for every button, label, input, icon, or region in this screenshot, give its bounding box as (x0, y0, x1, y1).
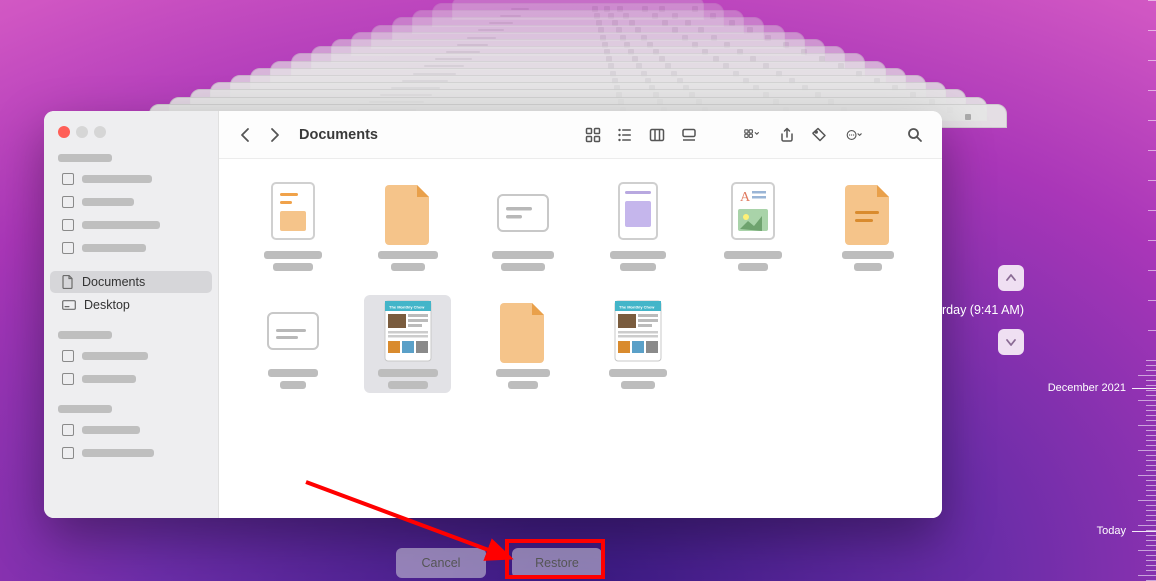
view-mode-group (578, 122, 704, 148)
sidebar: Documents Desktop (44, 111, 219, 518)
file-caption (268, 369, 318, 389)
sidebar-section-label (58, 154, 112, 162)
search-button[interactable] (902, 122, 928, 148)
sidebar-item-label: Documents (82, 275, 145, 289)
sidebar-section-label (58, 331, 112, 339)
sidebar-item[interactable] (50, 237, 212, 259)
forward-button[interactable] (261, 122, 287, 148)
toolbar-actions (734, 122, 872, 148)
timeline-current-label: Yesterday (9:41 AM) (911, 299, 1024, 321)
sidebar-item-icon (62, 373, 74, 385)
group-by-button[interactable] (734, 122, 770, 148)
sidebar-item-icon (62, 424, 74, 436)
file-caption (842, 251, 894, 271)
sidebar-item-icon (62, 196, 74, 208)
sidebar-item-label (82, 352, 148, 360)
minimize-window-button[interactable] (76, 126, 88, 138)
sidebar-item-documents[interactable]: Documents (50, 271, 212, 293)
svg-text:A: A (740, 190, 751, 205)
sidebar-item-desktop[interactable]: Desktop (50, 294, 212, 316)
file-caption (492, 251, 554, 271)
sidebar-item-label (82, 175, 152, 183)
sidebar-item-label (82, 426, 140, 434)
file-item[interactable] (249, 295, 336, 393)
file-caption (378, 251, 438, 271)
file-thumbnail: A (721, 181, 785, 245)
file-item[interactable] (364, 177, 451, 275)
gallery-view-button[interactable] (674, 122, 704, 148)
timeline-ruler[interactable] (1128, 0, 1156, 581)
file-thumbnail (606, 181, 670, 245)
file-caption (264, 251, 322, 271)
file-thumbnail: The Monthly Chew (376, 299, 440, 363)
file-thumbnail (836, 181, 900, 245)
file-item[interactable] (249, 177, 336, 275)
file-item[interactable]: The Monthly Chew (594, 295, 681, 393)
sidebar-item-label (82, 375, 136, 383)
file-thumbnail (261, 299, 325, 363)
sidebar-item-icon (62, 173, 74, 185)
icon-view-button[interactable] (578, 122, 608, 148)
share-button[interactable] (772, 122, 802, 148)
list-view-button[interactable] (610, 122, 640, 148)
timeline-label-today: Today (1097, 525, 1126, 537)
close-window-button[interactable] (58, 126, 70, 138)
sidebar-item-icon (62, 219, 74, 231)
sidebar-item[interactable] (50, 214, 212, 236)
main-pane: Documents (219, 111, 942, 518)
timeline-newer-button[interactable] (998, 329, 1024, 355)
sidebar-item-label (82, 244, 146, 252)
file-item[interactable] (825, 177, 912, 275)
document-icon (62, 275, 74, 289)
sidebar-item[interactable] (50, 191, 212, 213)
file-thumbnail: The Monthly Chew (606, 299, 670, 363)
action-menu-button[interactable] (836, 122, 872, 148)
file-item[interactable]: The Monthly Chew (364, 295, 451, 393)
file-caption (609, 369, 667, 389)
sidebar-item-label: Desktop (84, 298, 130, 312)
file-caption (378, 369, 438, 389)
file-item[interactable]: A (710, 177, 797, 275)
sidebar-item[interactable] (50, 345, 212, 367)
finder-window: Documents Desktop Documents (44, 111, 942, 518)
file-item[interactable] (479, 177, 566, 275)
sidebar-item[interactable] (50, 368, 212, 390)
sidebar-item-label (82, 198, 134, 206)
column-view-button[interactable] (642, 122, 672, 148)
toolbar: Documents (219, 111, 942, 159)
file-item[interactable] (479, 295, 566, 393)
window-controls (44, 121, 218, 150)
file-caption (724, 251, 782, 271)
sidebar-item[interactable] (50, 419, 212, 441)
back-button[interactable] (233, 122, 259, 148)
file-item[interactable] (594, 177, 681, 275)
window-title: Documents (299, 127, 378, 143)
timeline-nav: Yesterday (9:41 AM) (911, 265, 1024, 355)
annotation-restore-highlight (505, 539, 605, 579)
file-caption (610, 251, 666, 271)
sidebar-item-icon (62, 242, 74, 254)
file-thumbnail (261, 181, 325, 245)
timeline-older-button[interactable] (998, 265, 1024, 291)
sidebar-item[interactable] (50, 168, 212, 190)
sidebar-item[interactable] (50, 442, 212, 464)
file-caption (496, 369, 550, 389)
sidebar-item-label (82, 221, 160, 229)
file-grid: A The Monthly Chew The Monthly Chew (219, 159, 942, 518)
sidebar-item-icon (62, 447, 74, 459)
sidebar-item-icon (62, 350, 74, 362)
timeline-label-top: December 2021 (1048, 382, 1126, 394)
svg-text:The Monthly Chew: The Monthly Chew (389, 305, 425, 310)
sidebar-section-label (58, 405, 112, 413)
file-thumbnail (491, 299, 555, 363)
zoom-window-button[interactable] (94, 126, 106, 138)
file-thumbnail (376, 181, 440, 245)
desktop-icon (62, 300, 76, 310)
file-thumbnail (491, 181, 555, 245)
svg-text:The Monthly Chew: The Monthly Chew (619, 305, 655, 310)
sidebar-item-label (82, 449, 154, 457)
tags-button[interactable] (804, 122, 834, 148)
cancel-button[interactable]: Cancel (396, 548, 486, 578)
